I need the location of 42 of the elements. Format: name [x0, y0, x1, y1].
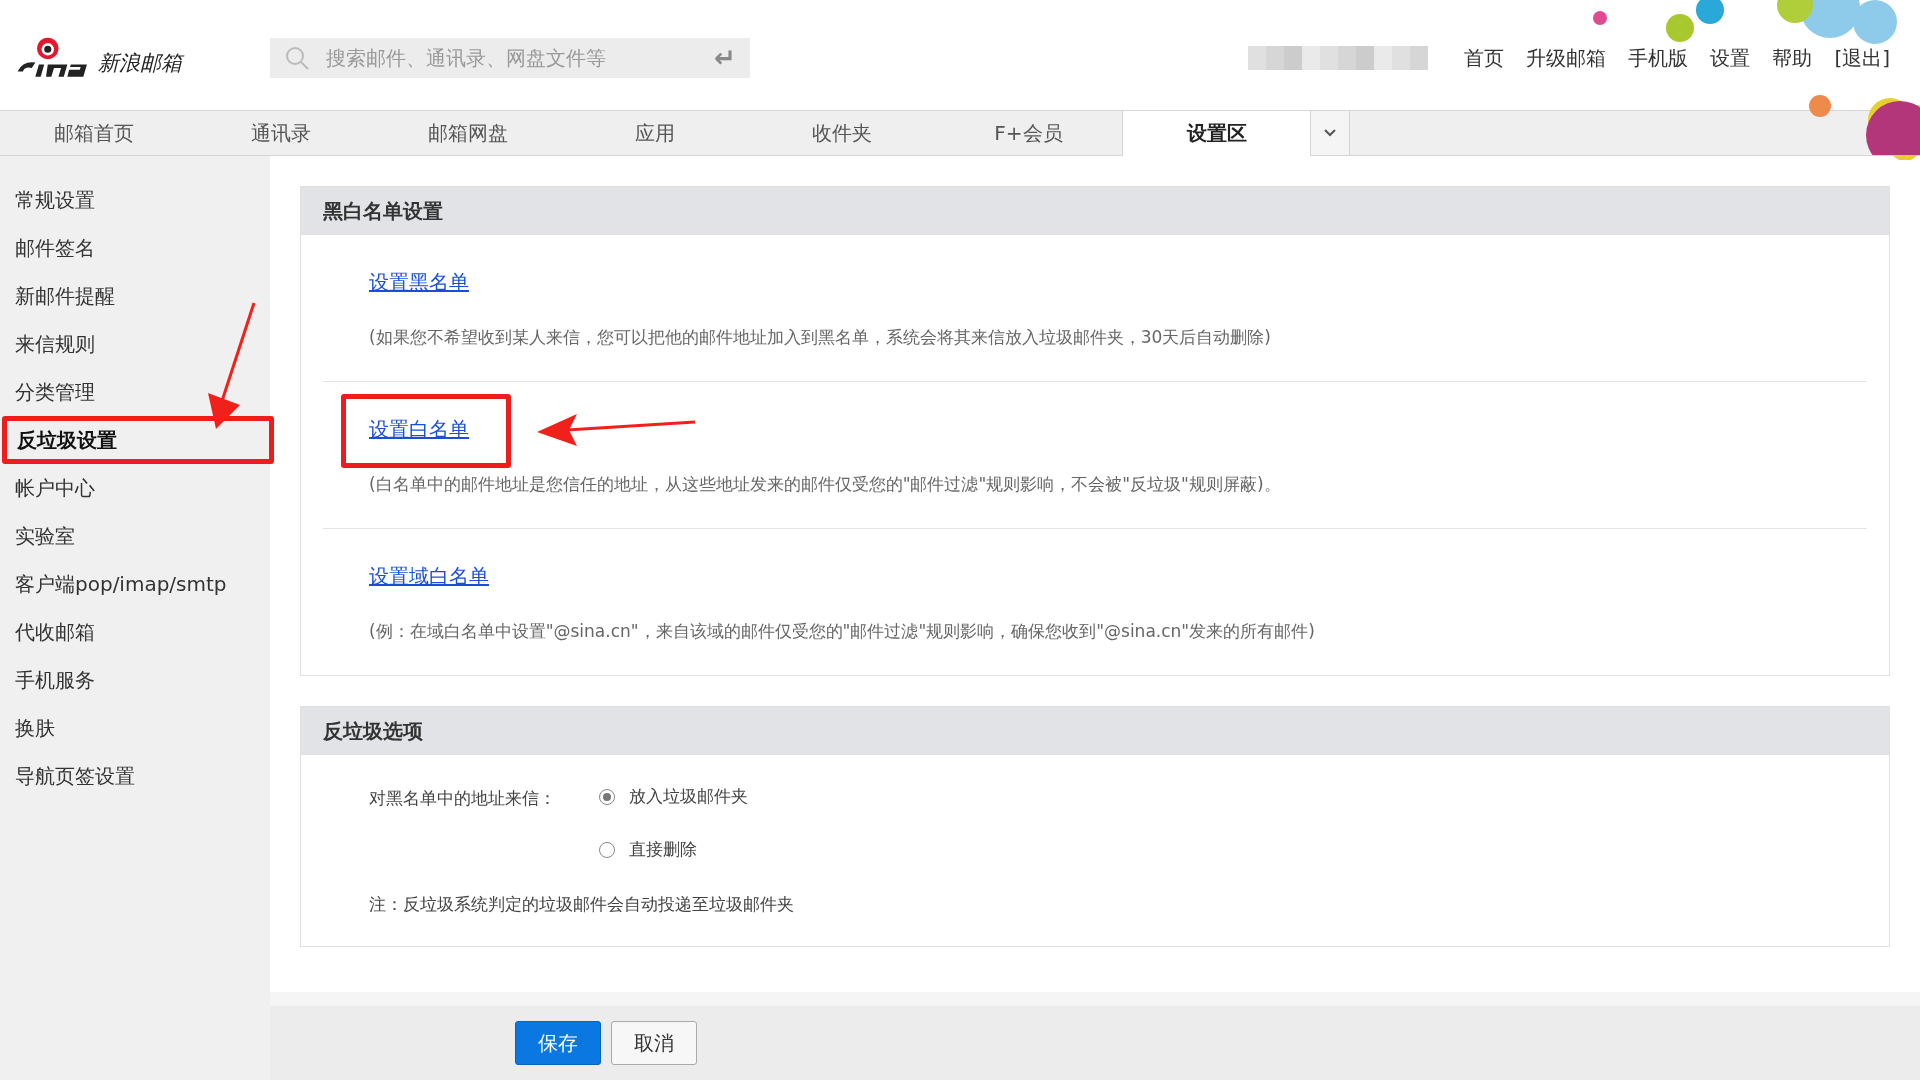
header-link[interactable]: 设置	[1710, 44, 1751, 72]
settings-link[interactable]: 设置域白名单	[369, 564, 489, 588]
sidebar-item[interactable]: 邮件签名	[0, 224, 95, 272]
nav-tab[interactable]: 邮箱网盘	[374, 111, 561, 155]
header-link[interactable]: [退出]	[1834, 44, 1890, 72]
radio-option[interactable]: 放入垃圾邮件夹	[599, 785, 748, 808]
header-link[interactable]: 帮助	[1772, 44, 1813, 72]
nav-tab[interactable]: 设置区	[1122, 111, 1311, 156]
nav-tab[interactable]: 应用	[561, 111, 748, 155]
sidebar-item[interactable]: 帐户中心	[0, 464, 95, 512]
description-text: (白名单中的邮件地址是您信任的地址，从这些地址发来的邮件仅受您的"邮件过滤"规则影响，不会被"反垃圾"规则屏蔽)。	[369, 473, 1282, 496]
chevron-down-icon	[1323, 128, 1337, 138]
radio-option[interactable]: 直接删除	[599, 838, 748, 861]
sidebar-item[interactable]: 导航页签设置	[0, 752, 135, 800]
cancel-button[interactable]: 取消	[611, 1021, 697, 1065]
nav-tab[interactable]: 邮箱首页	[0, 111, 187, 155]
save-button[interactable]: 保存	[515, 1021, 601, 1065]
nav-tab[interactable]: F+会员	[935, 111, 1122, 155]
header-link[interactable]: 手机版	[1628, 44, 1689, 72]
header-link[interactable]: 首页	[1464, 44, 1505, 72]
section-header: 反垃圾选项	[301, 707, 1889, 755]
settings-link[interactable]: 设置白名单	[369, 417, 469, 441]
header-link[interactable]: 升级邮箱	[1526, 44, 1607, 72]
sidebar-item[interactable]: 新邮件提醒	[0, 272, 115, 320]
settings-link[interactable]: 设置黑名单	[369, 270, 469, 294]
description-text: (如果您不希望收到某人来信，您可以把他的邮件地址加入到黑名单，系统会将其来信放入垃圾邮件夹，30天后自动删除)	[369, 326, 1272, 349]
option-label: 对黑名单中的地址来信：	[369, 787, 557, 810]
nav-tab[interactable]: 收件夹	[748, 111, 935, 155]
sidebar-item[interactable]: 实验室	[0, 512, 75, 560]
sidebar-item[interactable]: 常规设置	[0, 176, 95, 224]
sidebar-item[interactable]: 分类管理	[0, 368, 95, 416]
note-text: 注：反垃圾系统判定的垃圾邮件会自动投递至垃圾邮件夹	[369, 893, 795, 916]
section-header: 黑白名单设置	[301, 187, 1889, 235]
description-text: (例：在域白名单中设置"@sina.cn"，来自该域的邮件仅受您的"邮件过滤"规则影响，确保您收到"@sina.cn"发来的所有邮件)	[369, 620, 1316, 643]
nav-tab[interactable]: 通讯录	[187, 111, 374, 155]
sidebar-item[interactable]: 来信规则	[0, 320, 95, 368]
sidebar-item[interactable]: 反垃圾设置	[2, 416, 274, 464]
search-icon	[284, 45, 310, 71]
sidebar-item[interactable]: 换肤	[0, 704, 55, 752]
sidebar-item[interactable]: 手机服务	[0, 656, 95, 704]
sidebar-item[interactable]: 代收邮箱	[0, 608, 95, 656]
sidebar-item[interactable]: 客户端pop/imap/smtp	[0, 560, 227, 608]
